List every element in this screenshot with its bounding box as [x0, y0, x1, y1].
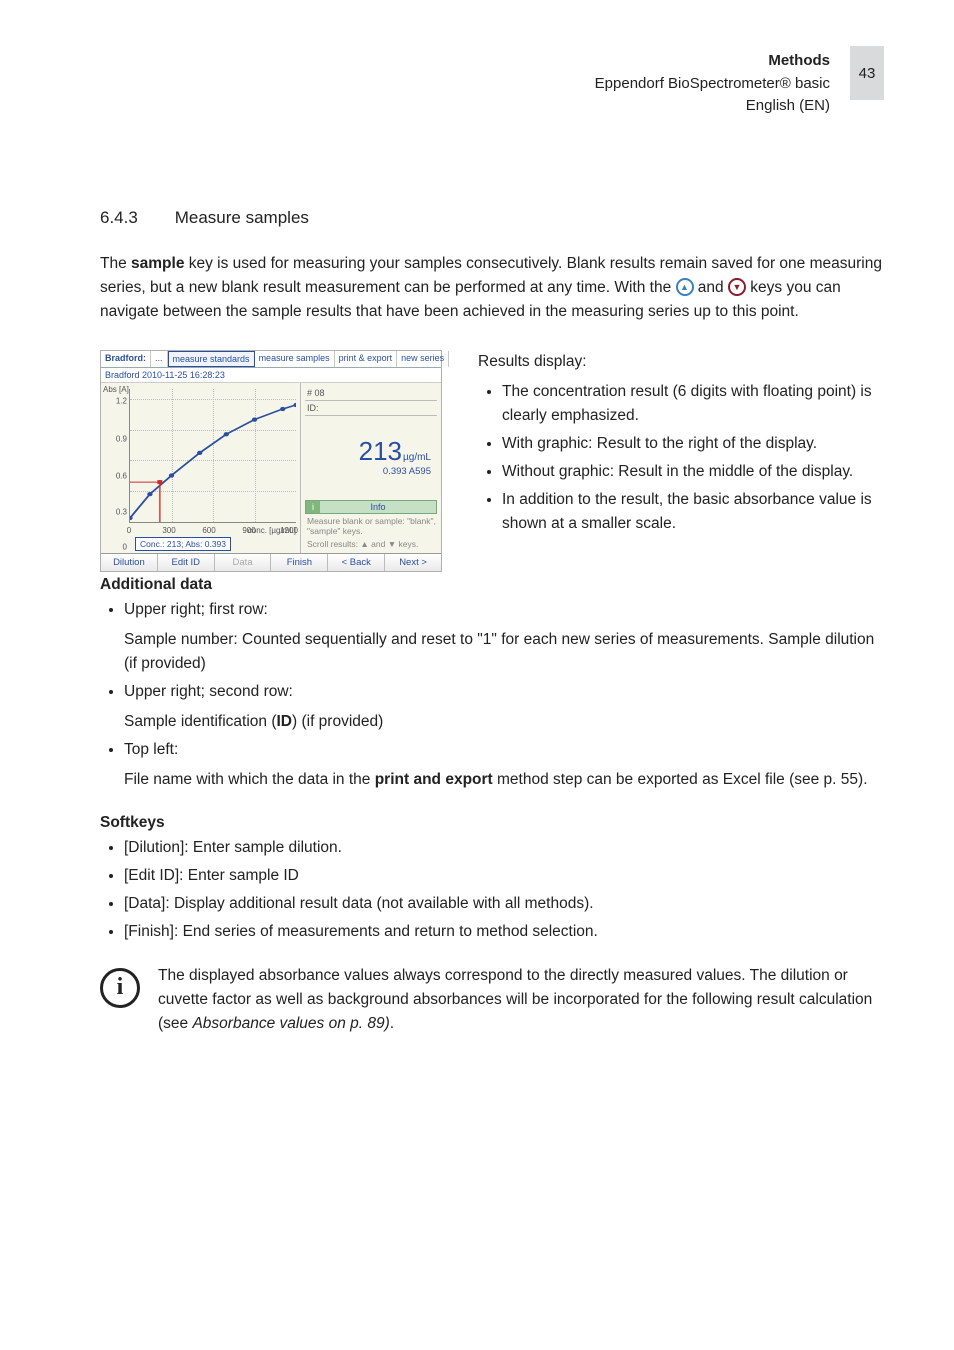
additional-row2-head: Upper right; second row: — [124, 683, 293, 700]
result-unit: µg/mL — [403, 452, 431, 463]
section-number: 6.4.3 — [100, 208, 170, 228]
additional-row3-head: Top left: — [124, 741, 178, 758]
softkey-back[interactable]: < Back — [328, 554, 385, 571]
softkeys-item: [Edit ID]: Enter sample ID — [124, 864, 884, 888]
text-bold: ID — [277, 713, 293, 730]
info-hint-1: Measure blank or sample: "blank", "sampl… — [305, 514, 437, 537]
tab-prev[interactable]: ... — [151, 351, 168, 367]
device-screenshot: Bradford: ... measure standards measure … — [100, 350, 442, 572]
sample-number-field: # 08 — [305, 386, 437, 401]
xtick: 300 — [162, 526, 175, 535]
text-italic: Absorbance values on p. 89) — [192, 1015, 389, 1032]
softkey-dilution[interactable]: Dilution — [101, 554, 158, 571]
results-description: Results display: The concentration resul… — [478, 350, 884, 572]
result-abs: 0.393 A595 — [383, 466, 431, 477]
ytick: 0.9 — [101, 434, 127, 443]
intro-key: sample — [131, 255, 184, 272]
additional-row2-body: Sample identification (ID) (if provided) — [124, 710, 884, 734]
softkey-data[interactable]: Data — [215, 554, 272, 571]
result-display: 213µg/mL 0.393 A595 — [305, 416, 437, 500]
additional-row3-body: File name with which the data in the pri… — [124, 768, 884, 792]
device-plot: Abs [A] 1.2 0.9 0.6 0.3 0 0 300 600 900 … — [101, 383, 301, 553]
additional-data-head: Additional data — [100, 576, 884, 594]
softkeys-item: [Data]: Display additional result data (… — [124, 892, 884, 916]
header-title: Methods — [595, 50, 830, 73]
text: Sample identification ( — [124, 713, 277, 730]
device-right-panel: # 08 ID: 213µg/mL 0.393 A595 i Info Meas… — [301, 383, 441, 553]
softkeys-item: [Finish]: End series of measurements and… — [124, 920, 884, 944]
tab-new-series[interactable]: new series — [397, 351, 449, 367]
info-icon: i — [100, 964, 138, 1036]
softkeys-head: Softkeys — [100, 814, 884, 832]
additional-row1-head: Upper right; first row: — [124, 601, 268, 618]
ytick: 1.2 — [101, 397, 127, 406]
tab-measure-standards[interactable]: measure standards — [168, 351, 255, 367]
up-arrow-icon: ▲ — [676, 278, 694, 296]
device-softkey-row: Dilution Edit ID Data Finish < Back Next… — [101, 553, 441, 571]
info-bar: i Info — [305, 500, 437, 514]
sample-id-field: ID: — [305, 401, 437, 416]
xtick: 600 — [202, 526, 215, 535]
softkeys-list: [Dilution]: Enter sample dilution. [Edit… — [100, 836, 884, 944]
text: method step can be exported as Excel fil… — [493, 771, 868, 788]
xtick: 0 — [127, 526, 131, 535]
plot-ylabel: Abs [A] — [103, 385, 129, 394]
softkey-next[interactable]: Next > — [385, 554, 441, 571]
intro-text: The — [100, 255, 131, 272]
header-lang: English (EN) — [595, 95, 830, 118]
header-product: Eppendorf BioSpectrometer® basic — [595, 73, 830, 96]
section-title: Measure samples — [175, 208, 309, 227]
device-tabs: Bradford: ... measure standards measure … — [101, 351, 441, 368]
text-bold: print and export — [375, 771, 493, 788]
down-arrow-icon: ▼ — [728, 278, 746, 296]
results-item: Without graphic: Result in the middle of… — [502, 460, 884, 484]
softkey-edit-id[interactable]: Edit ID — [158, 554, 215, 571]
results-item: In addition to the result, the basic abs… — [502, 488, 884, 536]
ytick: 0.3 — [101, 507, 127, 516]
page-number: 43 — [850, 46, 884, 100]
tab-print-export[interactable]: print & export — [335, 351, 398, 367]
results-item: With graphic: Result to the right of the… — [502, 432, 884, 456]
info-hint-2: Scroll results: ▲ and ▼ keys. — [305, 537, 437, 550]
text: . — [390, 1015, 394, 1032]
plot-readout: Conc.: 213; Abs: 0.393 — [135, 537, 231, 551]
device-datetime: Bradford 2010-11-25 16:28:23 — [101, 368, 441, 383]
text: ) (if provided) — [292, 713, 383, 730]
softkeys-item: [Dilution]: Enter sample dilution. — [124, 836, 884, 860]
intro-paragraph: The sample key is used for measuring you… — [100, 252, 884, 324]
additional-row1-body: Sample number: Counted sequentially and … — [124, 628, 884, 676]
plot-area — [129, 389, 296, 523]
info-label: Info — [320, 501, 436, 513]
plot-curve — [130, 389, 296, 522]
softkey-finish[interactable]: Finish — [271, 554, 328, 571]
results-item: The concentration result (6 digits with … — [502, 380, 884, 428]
tab-measure-samples[interactable]: measure samples — [255, 351, 335, 367]
additional-data-list: Upper right; first row: Sample number: C… — [100, 598, 884, 792]
text: File name with which the data in the — [124, 771, 375, 788]
intro-text: and — [694, 279, 728, 296]
ytick: 0 — [101, 543, 127, 552]
results-head: Results display: — [478, 353, 587, 370]
note-text: The displayed absorbance values always c… — [158, 964, 884, 1036]
tab-method-name: Bradford: — [101, 351, 151, 367]
note-block: i The displayed absorbance values always… — [100, 964, 884, 1036]
section-heading: 6.4.3 Measure samples — [100, 208, 884, 228]
ytick: 0.6 — [101, 472, 127, 481]
info-icon: i — [306, 501, 320, 513]
plot-xlabel: conc. [µg/mL] — [248, 526, 296, 535]
page-header: Methods Eppendorf BioSpectrometer® basic… — [100, 50, 884, 118]
result-value: 213 — [359, 436, 402, 466]
